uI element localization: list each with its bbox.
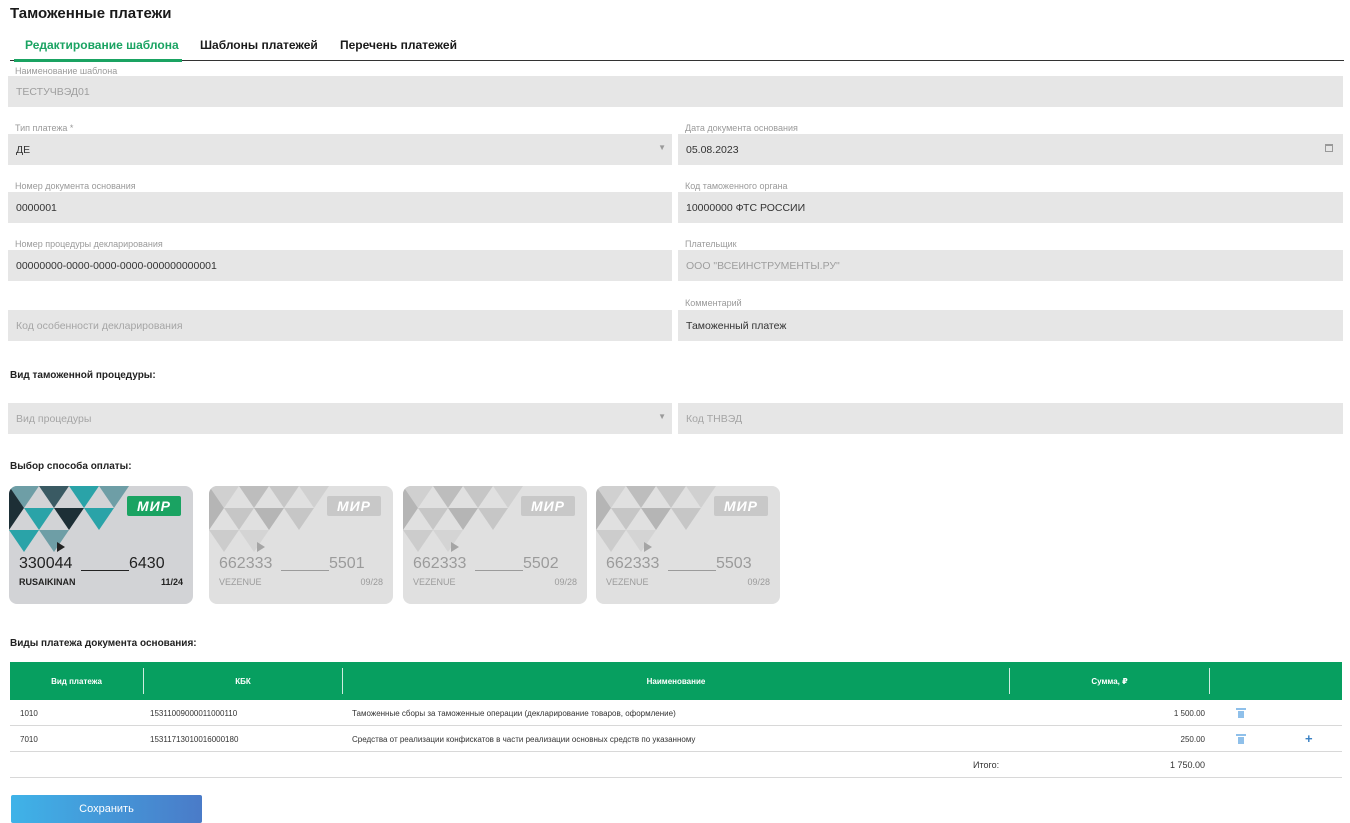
card-number-mask xyxy=(668,570,716,571)
doc-number-label: Номер документа основания xyxy=(15,181,136,191)
customs-code-value: 10000000 ФТС РОССИИ xyxy=(686,201,806,214)
card-number-suffix: 5501 xyxy=(329,555,365,572)
tnved-code-field[interactable]: Код ТНВЭД xyxy=(678,403,1343,434)
procedure-number-value: 00000000-0000-0000-0000-000000000001 xyxy=(16,259,217,272)
header-sum: Сумма, ₽ xyxy=(1091,676,1128,686)
feature-code-field[interactable]: Код особенности декларирования xyxy=(8,310,672,341)
procedure-number-field[interactable]: 00000000-0000-0000-0000-000000000001 xyxy=(8,250,672,281)
procedure-type-placeholder: Вид процедуры xyxy=(16,412,92,425)
cell-name: Таможенные сборы за таможенные операции … xyxy=(352,708,676,718)
header-type: Вид платежа xyxy=(51,676,102,686)
card-number-mask xyxy=(281,570,329,571)
comment-field[interactable]: Таможенный платеж xyxy=(678,310,1343,341)
cell-name: Средства от реализации конфискатов в час… xyxy=(352,734,696,744)
card-number-prefix: 662333 xyxy=(606,555,660,572)
payer-field: ООО "ВСЕИНСТРУМЕНТЫ.РУ" xyxy=(678,250,1343,281)
active-tab-indicator xyxy=(14,59,182,62)
tab-payment-list[interactable]: Перечень платежей xyxy=(340,38,457,52)
payment-card[interactable]: МИР 330044 6430 RUSAIKINAN 11/24 xyxy=(9,486,193,604)
tab-bar: Редактирование шаблона Шаблоны платежей … xyxy=(10,34,1344,62)
procedure-number-label: Номер процедуры декларирования xyxy=(15,239,163,249)
template-name-field: ТЕСТУЧВЭД01 xyxy=(8,76,1343,107)
tnved-placeholder: Код ТНВЭД xyxy=(686,412,743,425)
card-number-suffix: 5503 xyxy=(716,555,752,572)
template-name-label: Наименование шаблона xyxy=(15,66,118,76)
cell-type: 7010 xyxy=(20,734,38,744)
payer-value: ООО "ВСЕИНСТРУМЕНТЫ.РУ" xyxy=(686,259,840,272)
table-row: 7010 15311713010016000180 Средства от ре… xyxy=(10,726,1342,752)
payment-type-select[interactable]: ДЕ ▼ xyxy=(8,134,672,165)
card-expiry: 09/28 xyxy=(360,577,383,587)
card-number-prefix: 662333 xyxy=(413,555,467,572)
doc-number-field[interactable]: 0000001 xyxy=(8,192,672,223)
payment-card[interactable]: МИР 662333 5503 VEZENUE 09/28 xyxy=(596,486,780,604)
total-value: 1 750.00 xyxy=(1169,760,1205,770)
card-number-suffix: 6430 xyxy=(129,555,165,572)
payment-type-label: Тип платежа * xyxy=(15,123,74,133)
card-number-prefix: 662333 xyxy=(219,555,273,572)
header-name: Наименование xyxy=(646,676,706,686)
comment-value: Таможенный платеж xyxy=(686,319,787,332)
payments-table: Вид платежа КБК Наименование Сумма, ₽ 10… xyxy=(10,662,1342,778)
cell-sum: 1 500.00 xyxy=(1173,708,1205,718)
card-expiry: 09/28 xyxy=(554,577,577,587)
mir-logo: МИР xyxy=(521,496,575,516)
table-total-row: Итого: 1 750.00 xyxy=(10,752,1342,778)
chevron-down-icon: ▼ xyxy=(658,412,666,421)
template-name-value: ТЕСТУЧВЭД01 xyxy=(16,85,90,98)
doc-date-label: Дата документа основания xyxy=(685,123,798,133)
trash-icon[interactable] xyxy=(1236,708,1246,718)
total-label: Итого: xyxy=(973,760,1000,770)
table-header: Вид платежа КБК Наименование Сумма, ₽ xyxy=(10,662,1342,700)
doc-date-value: 05.08.2023 xyxy=(686,143,739,156)
mir-logo: МИР xyxy=(127,496,181,516)
comment-label: Комментарий xyxy=(685,298,742,308)
page-title: Таможенные платежи xyxy=(10,5,172,22)
table-row: 1010 15311009000011000110 Таможенные сбо… xyxy=(10,700,1342,726)
card-number-prefix: 330044 xyxy=(19,555,73,572)
card-number-mask xyxy=(475,570,523,571)
card-holder: VEZENUE xyxy=(219,577,262,587)
save-button[interactable]: Сохранить xyxy=(11,795,202,823)
payment-type-value: ДЕ xyxy=(16,143,31,156)
chevron-down-icon: ▼ xyxy=(658,143,666,152)
cell-kbk: 15311713010016000180 xyxy=(150,734,239,744)
card-expiry: 11/24 xyxy=(160,577,183,587)
payment-card[interactable]: МИР 662333 5502 VEZENUE 09/28 xyxy=(403,486,587,604)
tab-payment-templates[interactable]: Шаблоны платежей xyxy=(200,38,318,52)
payments-table-title: Виды платежа документа основания: xyxy=(10,638,197,649)
card-holder: VEZENUE xyxy=(606,577,649,587)
header-divider xyxy=(1209,668,1210,694)
card-expiry: 09/28 xyxy=(747,577,770,587)
doc-date-field[interactable]: 05.08.2023 xyxy=(678,134,1343,165)
cell-kbk: 15311009000011000110 xyxy=(150,708,238,718)
mir-logo: МИР xyxy=(327,496,381,516)
procedure-type-select[interactable]: Вид процедуры ▼ xyxy=(8,403,672,434)
card-number-mask xyxy=(81,570,129,571)
payment-section-title: Выбор способа оплаты: xyxy=(10,461,132,472)
customs-code-field[interactable]: 10000000 ФТС РОССИИ xyxy=(678,192,1343,223)
tab-edit-template[interactable]: Редактирование шаблона xyxy=(25,38,179,52)
cell-sum: 250.00 xyxy=(1180,734,1205,744)
payer-label: Плательщик xyxy=(685,239,737,249)
card-holder: RUSAIKINAN xyxy=(19,577,76,587)
plus-icon[interactable]: + xyxy=(1305,731,1313,746)
card-holder: VEZENUE xyxy=(413,577,456,587)
calendar-icon[interactable] xyxy=(1325,144,1333,152)
feature-code-placeholder: Код особенности декларирования xyxy=(16,319,183,332)
procedure-section-title: Вид таможенной процедуры: xyxy=(10,370,156,381)
trash-icon[interactable] xyxy=(1236,734,1246,744)
cell-type: 1010 xyxy=(20,708,38,718)
mir-logo: МИР xyxy=(714,496,768,516)
doc-number-value: 0000001 xyxy=(16,201,57,214)
card-number-suffix: 5502 xyxy=(523,555,559,572)
customs-code-label: Код таможенного органа xyxy=(685,181,788,191)
header-kbk: КБК xyxy=(235,676,251,686)
payment-card[interactable]: МИР 662333 5501 VEZENUE 09/28 xyxy=(209,486,393,604)
